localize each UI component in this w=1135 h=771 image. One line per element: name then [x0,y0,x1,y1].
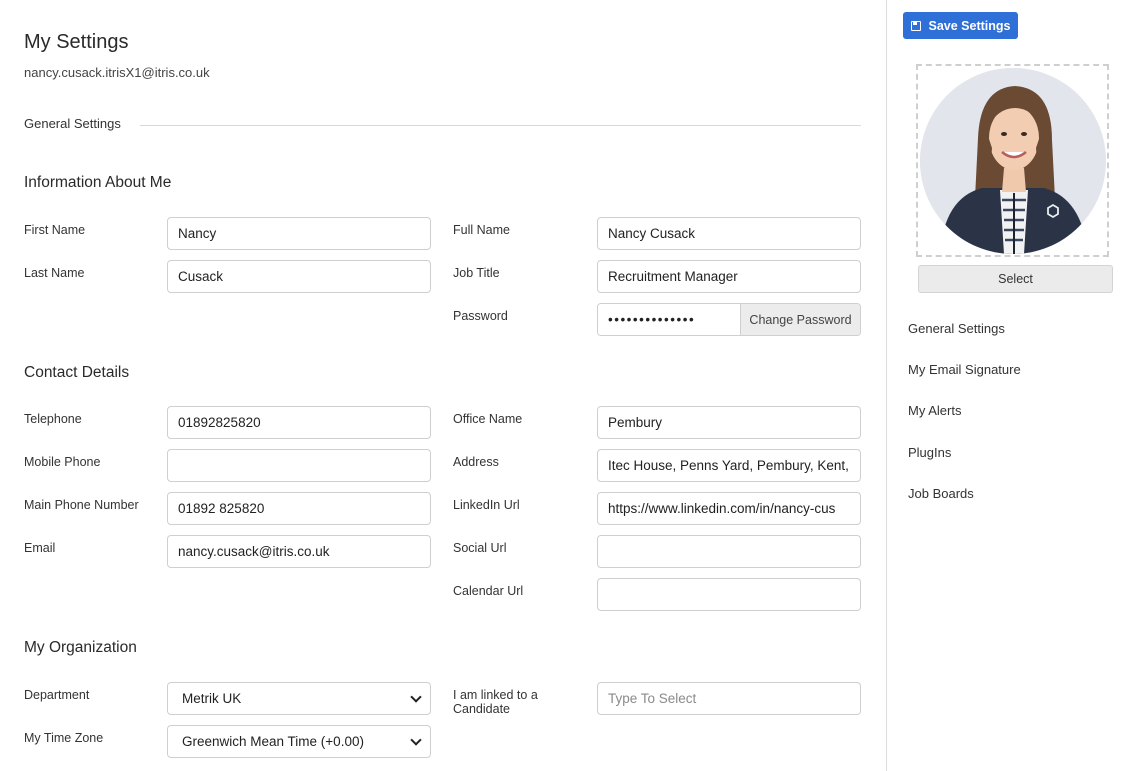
address-label: Address [453,455,499,469]
job-title-input[interactable]: Recruitment Manager [597,260,861,293]
password-input[interactable]: •••••••••••••• [598,304,740,335]
save-icon [910,20,921,31]
address-input[interactable]: Itec House, Penns Yard, Pembury, Kent, [597,449,861,482]
settings-main: My Settings nancy.cusack.itrisX1@itris.c… [0,0,886,771]
department-label: Department [24,688,90,702]
timezone-label: My Time Zone [24,731,104,745]
password-group: •••••••••••••• Change Password [597,303,861,336]
first-name-label: First Name [24,223,86,237]
contact-section-title: Contact Details [24,364,130,381]
settings-sidebar: Save Settings Select General Settings My… [886,0,1135,771]
timezone-select[interactable]: Greenwich Mean Time (+0.00) [167,725,431,758]
photo-select-button[interactable]: Select [918,265,1113,293]
mobile-phone-input[interactable] [167,449,431,482]
section-divider [140,125,861,126]
office-name-input[interactable]: Pembury [597,406,861,439]
profile-photo-dropzone[interactable] [916,64,1109,257]
last-name-label: Last Name [24,266,85,280]
page-title: My Settings [24,31,129,53]
save-settings-button[interactable]: Save Settings [903,12,1018,39]
full-name-label: Full Name [453,223,510,237]
linked-candidate-input[interactable]: Type To Select [597,682,861,715]
email-label: Email [24,541,56,555]
social-url-input[interactable] [597,535,861,568]
calendar-url-label: Calendar Url [453,584,524,598]
info-section-title: Information About Me [24,174,172,191]
mobile-phone-label: Mobile Phone [24,455,101,469]
nav-email-signature[interactable]: My Email Signature [908,362,1021,377]
department-select[interactable]: Metrik UK [167,682,431,715]
nav-plugins[interactable]: PlugIns [908,445,951,460]
user-email: nancy.cusack.itrisX1@itris.co.uk [24,65,210,80]
first-name-input[interactable]: Nancy [167,217,431,250]
main-phone-label: Main Phone Number [24,498,139,512]
password-label: Password [453,309,508,323]
office-name-label: Office Name [453,412,523,426]
profile-photo [919,67,1106,254]
linkedin-url-input[interactable]: https://www.linkedin.com/in/nancy-cus [597,492,861,525]
main-phone-input[interactable]: 01892 825820 [167,492,431,525]
full-name-input[interactable]: Nancy Cusack [597,217,861,250]
nav-general-settings[interactable]: General Settings [908,321,1005,336]
telephone-label: Telephone [24,412,82,426]
telephone-input[interactable]: 01892825820 [167,406,431,439]
avatar-illustration [919,67,1106,254]
linkedin-url-label: LinkedIn Url [453,498,520,512]
calendar-url-input[interactable] [597,578,861,611]
email-input[interactable]: nancy.cusack@itris.co.uk [167,535,431,568]
linked-candidate-label: I am linked to a Candidate [453,688,538,716]
chevron-down-icon [410,733,422,746]
last-name-input[interactable]: Cusack [167,260,431,293]
nav-my-alerts[interactable]: My Alerts [908,403,961,418]
department-value: Metrik UK [182,691,242,706]
org-section-title: My Organization [24,639,137,656]
change-password-button[interactable]: Change Password [740,304,860,335]
job-title-label: Job Title [453,266,500,280]
section-tab-general[interactable]: General Settings [24,116,121,131]
social-url-label: Social Url [453,541,507,555]
chevron-down-icon [410,690,422,703]
save-settings-label: Save Settings [928,18,1011,33]
nav-job-boards[interactable]: Job Boards [908,486,974,501]
timezone-value: Greenwich Mean Time (+0.00) [182,734,364,749]
